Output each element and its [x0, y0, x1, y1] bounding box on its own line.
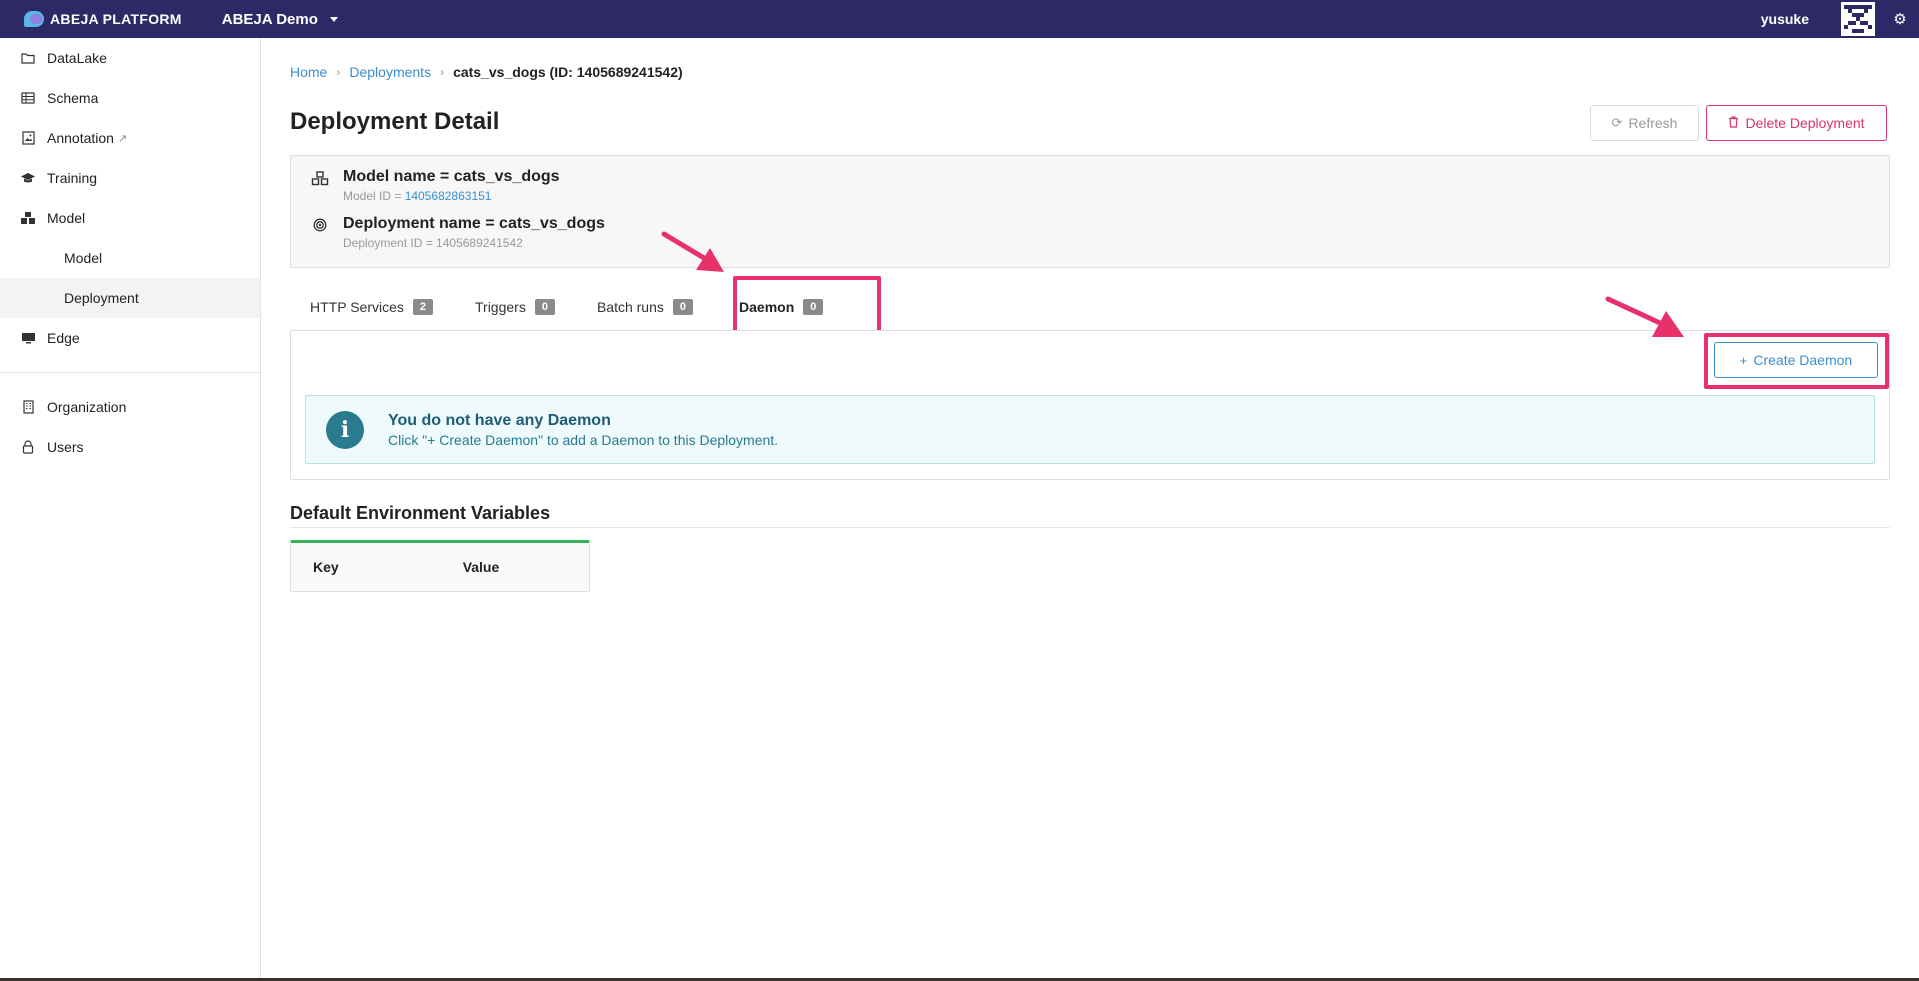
model-id: Model ID = 1405682863151 [343, 189, 492, 203]
env-section-divider [290, 527, 1890, 528]
breadcrumb-separator-icon: › [440, 65, 445, 79]
tab-label: Batch runs [596, 299, 664, 315]
tab-label: Triggers [475, 299, 526, 315]
breadcrumb-home-link[interactable]: Home [290, 64, 327, 80]
sidebar-item-label: Schema [47, 90, 99, 106]
sidebar-item-label: DataLake [47, 50, 107, 66]
target-icon [311, 215, 329, 250]
page-title: Deployment Detail [290, 108, 500, 135]
sidebar-item-edge[interactable]: Edge [0, 318, 260, 358]
env-section-title: Default Environment Variables [290, 503, 551, 523]
tab-daemon[interactable]: Daemon 0 [713, 284, 843, 330]
sidebar-item-label: Edge [47, 330, 80, 346]
graduation-cap-icon [20, 170, 36, 186]
count-badge: 0 [803, 299, 824, 315]
sidebar-item-label: Model [47, 210, 86, 226]
cubes-icon [311, 168, 329, 203]
breadcrumb-deployments-link[interactable]: Deployments [349, 64, 431, 80]
breadcrumb-current: cats_vs_dogs (ID: 1405689241542) [453, 64, 683, 80]
env-variables-table: Key Value [290, 540, 590, 592]
tab-http-services[interactable]: HTTP Services 2 [290, 284, 453, 330]
delete-deployment-button[interactable]: Delete Deployment [1706, 105, 1887, 141]
top-right-controls: yusuke ⚙ [1761, 0, 1919, 38]
breadcrumb-separator-icon: › [336, 65, 341, 79]
sidebar-item-label: Organization [47, 399, 127, 415]
gear-icon[interactable]: ⚙ [1889, 10, 1911, 28]
external-link-icon: ↗ [117, 132, 128, 145]
trash-icon [1728, 115, 1739, 131]
deployment-info: Deployment name = cats_vs_dogs Deploymen… [311, 215, 605, 250]
abeja-logo-icon [24, 11, 44, 27]
sidebar-item-annotation[interactable]: Annotation ↗ [0, 118, 260, 158]
sidebar-subitem-model[interactable]: Model [0, 238, 260, 278]
refresh-icon: ⟳ [1611, 115, 1623, 130]
sidebar-item-training[interactable]: Training [0, 158, 260, 198]
sidebar: DataLake Schema Annotation ↗ Training Mo… [0, 38, 261, 981]
user-icon [20, 439, 36, 455]
info-icon: i [326, 410, 364, 449]
tab-triggers[interactable]: Triggers 0 [453, 284, 575, 330]
tab-label: HTTP Services [310, 299, 404, 315]
brand-name: ABEJA PLATFORM [50, 11, 182, 27]
refresh-button-label: Refresh [1628, 115, 1678, 131]
daemon-tab-panel: + Create Daemon i You do not have any Da… [290, 330, 1890, 480]
model-name: Model name = cats_vs_dogs [343, 168, 560, 185]
sidebar-item-label: Model [64, 250, 103, 266]
refresh-button[interactable]: ⟳ Refresh [1590, 105, 1699, 141]
chevron-down-icon [329, 16, 338, 22]
count-badge: 2 [412, 299, 433, 315]
model-info: Model name = cats_vs_dogs Model ID = 140… [311, 168, 560, 203]
sidebar-item-model[interactable]: Model [0, 198, 260, 238]
count-badge: 0 [672, 299, 694, 315]
sidebar-subitem-deployment[interactable]: Deployment [0, 278, 260, 318]
organization-name: ABEJA Demo [221, 10, 318, 28]
create-daemon-button[interactable]: + Create Daemon [1714, 342, 1878, 378]
breadcrumb: Home › Deployments › cats_vs_dogs (ID: 1… [290, 64, 683, 80]
sidebar-item-label: Training [47, 170, 98, 186]
monitor-icon [20, 330, 36, 346]
username[interactable]: yusuke [1761, 11, 1809, 27]
tab-label: Daemon [739, 299, 795, 315]
deployment-name: Deployment name = cats_vs_dogs [343, 215, 605, 232]
sidebar-item-label: Users [47, 439, 84, 455]
sidebar-item-organization[interactable]: Organization [0, 387, 260, 427]
folder-icon [20, 50, 36, 66]
delete-deployment-label: Delete Deployment [1745, 115, 1865, 131]
model-id-link[interactable]: 1405682863151 [405, 189, 492, 203]
cubes-icon [20, 210, 36, 226]
building-icon [20, 399, 36, 415]
avatar[interactable] [1841, 2, 1875, 36]
table-icon [20, 90, 36, 106]
top-bar: ABEJA PLATFORM ABEJA Demo yusuke ⚙ [0, 0, 1919, 38]
sidebar-item-label: Deployment [64, 290, 139, 306]
create-daemon-label: Create Daemon [1753, 352, 1853, 368]
empty-daemon-alert: i You do not have any Daemon Click "+ Cr… [305, 395, 1875, 464]
alert-text: Click "+ Create Daemon" to add a Daemon … [388, 431, 779, 448]
sidebar-item-datalake[interactable]: DataLake [0, 38, 260, 78]
brand[interactable]: ABEJA PLATFORM [24, 11, 182, 27]
alert-title: You do not have any Daemon [388, 411, 611, 429]
sidebar-item-label: Annotation [47, 130, 114, 146]
deployment-tabs: HTTP Services 2 Triggers 0 Batch runs 0 … [290, 284, 843, 330]
deployment-info-panel: Model name = cats_vs_dogs Model ID = 140… [290, 155, 1890, 268]
deployment-id: Deployment ID = 1405689241542 [343, 236, 523, 250]
count-badge: 0 [534, 299, 555, 315]
avatar-identicon [1844, 5, 1872, 33]
sidebar-item-schema[interactable]: Schema [0, 78, 260, 118]
table-header-key: Key [313, 559, 339, 575]
tab-batch-runs[interactable]: Batch runs 0 [575, 284, 713, 330]
organization-switcher[interactable]: ABEJA Demo [222, 11, 338, 28]
plus-icon: + [1739, 352, 1748, 368]
sidebar-item-users[interactable]: Users [0, 427, 260, 467]
image-icon [20, 130, 36, 146]
table-header-value: Value [462, 559, 500, 575]
sidebar-divider [0, 372, 260, 373]
